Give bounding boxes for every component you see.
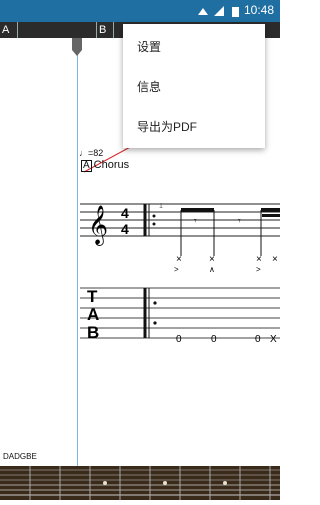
tab-repeat-dot: [153, 301, 157, 305]
dead-note-head: ×: [209, 254, 215, 265]
fretboard-graphic: [0, 466, 280, 500]
tab-clef-a: A: [87, 305, 99, 324]
tab-fret-number[interactable]: 0: [255, 334, 261, 345]
accent-mark: >: [174, 265, 179, 274]
note-beam: [262, 214, 280, 217]
dead-note-head: ×: [272, 254, 278, 265]
eighth-rest-icon: 𝄾: [194, 216, 197, 227]
tab-clef-b: B: [87, 323, 99, 342]
section-marker-name: Chorus: [93, 159, 130, 171]
repeat-dot: [152, 222, 156, 226]
overflow-menu: 设置 信息 导出为PDF: [123, 24, 265, 148]
section-marker-letter: A: [81, 160, 92, 172]
treble-clef-icon: 𝄞: [88, 206, 108, 246]
measure-number: 1: [159, 203, 163, 210]
time-signature-numerator: 4: [121, 205, 129, 221]
eighth-rest-icon: 𝄾: [238, 216, 241, 227]
tab-fret-number[interactable]: X: [270, 334, 277, 345]
notation-staff: [80, 203, 280, 237]
menu-item-export-pdf[interactable]: 导出为PDF: [137, 118, 197, 135]
tempo-marking: ♩=82: [79, 148, 104, 158]
dead-note-head: ×: [256, 254, 262, 265]
menu-item-info[interactable]: 信息: [137, 78, 161, 95]
accent-mark: >: [256, 265, 261, 274]
tab-repeat-dot: [153, 321, 157, 325]
tab-fret-number[interactable]: 0: [211, 334, 217, 345]
menu-item-settings[interactable]: 设置: [137, 38, 161, 55]
dead-note-head: ×: [176, 254, 182, 265]
section-marker: A Chorus: [81, 159, 129, 172]
repeat-dot: [152, 214, 156, 218]
time-signature-denominator: 4: [121, 221, 129, 237]
note-beam: [181, 208, 214, 212]
tab-fret-number[interactable]: 0: [176, 334, 182, 345]
marcato-mark: ∧: [209, 265, 215, 274]
fretboard[interactable]: [0, 466, 280, 500]
tab-staff: [80, 287, 280, 339]
note-beam: [261, 208, 280, 212]
tuning-label: DADGBE: [3, 452, 37, 461]
tab-clef-t: T: [87, 287, 98, 306]
